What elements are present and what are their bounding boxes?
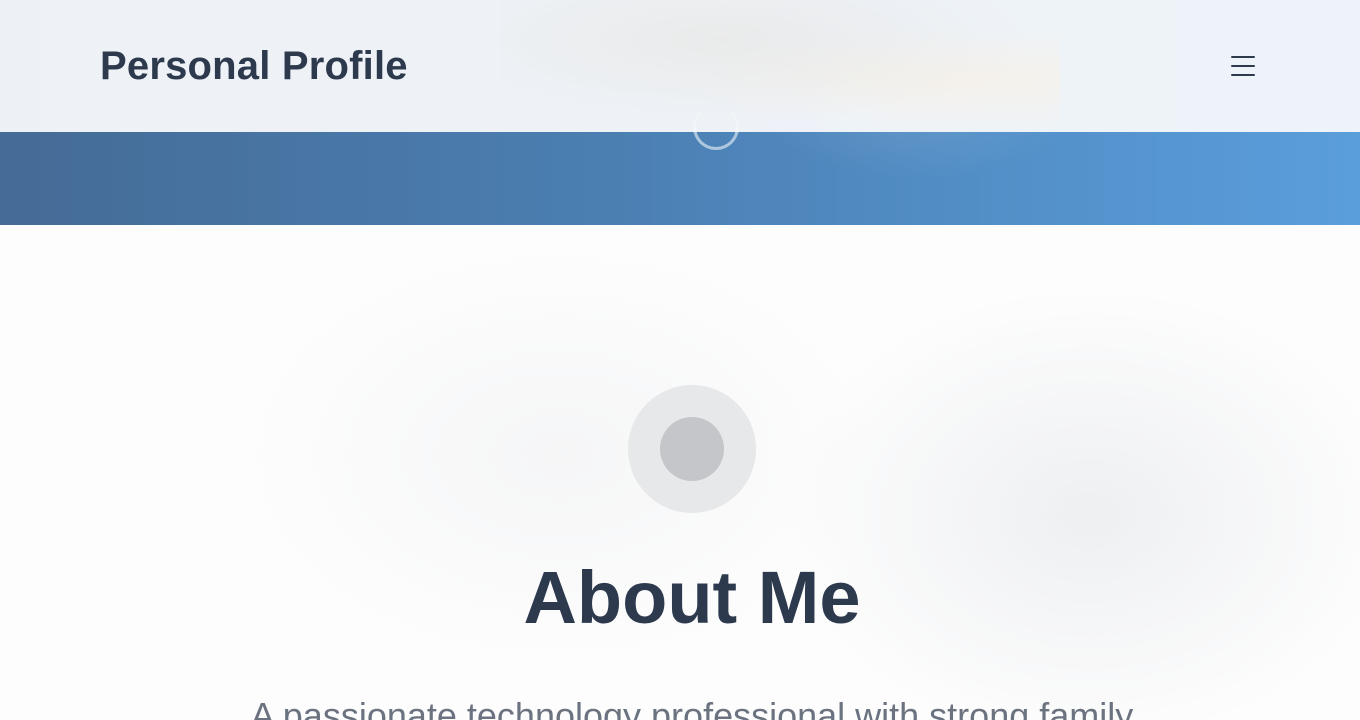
avatar-head <box>660 417 724 481</box>
site-header: Personal Profile <box>0 0 1360 132</box>
hamburger-menu-icon[interactable] <box>1228 51 1258 81</box>
brand-title[interactable]: Personal Profile <box>100 44 408 89</box>
menu-line <box>1231 74 1255 76</box>
menu-line <box>1231 65 1255 67</box>
avatar-placeholder-icon <box>628 385 756 513</box>
about-description: A passionate technology professional wit… <box>250 695 1134 720</box>
about-title: About Me <box>523 556 861 639</box>
about-section: About Me A passionate technology profess… <box>0 225 1360 720</box>
menu-line <box>1231 56 1255 58</box>
page: Personal Profile About Me A passionate t… <box>0 0 1360 720</box>
